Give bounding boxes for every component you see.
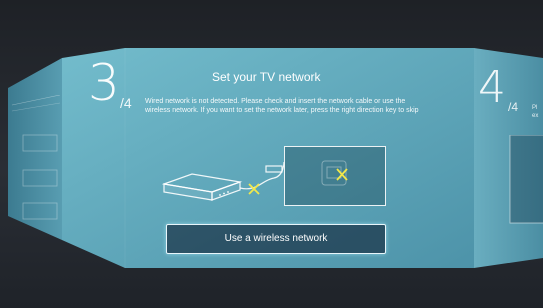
tv-screen-icon — [284, 146, 386, 206]
next-step-text-line: ex — [532, 113, 539, 119]
next-step-image-preview — [509, 135, 543, 224]
next-step-text-preview: Pl ex — [532, 104, 543, 120]
router-icon — [162, 173, 243, 201]
network-illustration — [162, 140, 402, 210]
step-number: 3 — [88, 54, 120, 112]
next-step-number: 4 — [478, 62, 506, 113]
page-title: Set your TV network — [212, 70, 321, 84]
network-setup-panel: 3 /4 Set your TV network Wired network i… — [62, 48, 474, 268]
next-step-text-line: Pl — [532, 105, 538, 111]
use-wireless-network-button[interactable]: Use a wireless network — [166, 224, 386, 254]
instruction-text: Wired network is not detected. Please ch… — [145, 98, 419, 114]
cable-icon — [239, 161, 285, 190]
step-total: /4 — [120, 95, 132, 111]
previous-step-panel — [8, 94, 68, 245]
tv-port-icon — [321, 160, 348, 186]
previous-step-outline — [11, 94, 61, 220]
setup-wizard-screen: 3 /4 Set your TV network Wired network i… — [0, 0, 543, 308]
next-step-total: /4 — [508, 100, 519, 114]
